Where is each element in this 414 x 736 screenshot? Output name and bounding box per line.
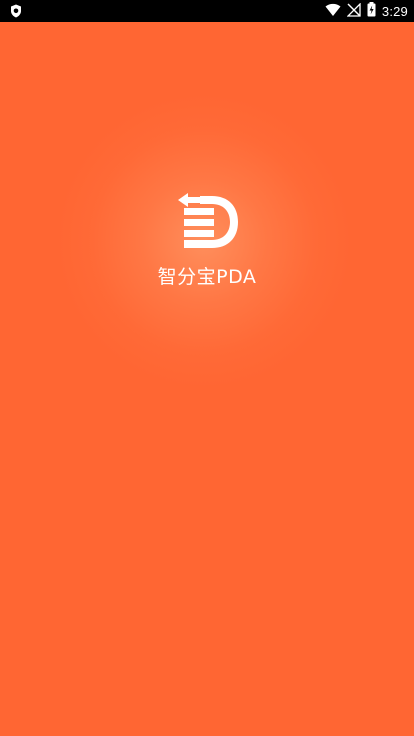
app-name: 智分宝PDA (157, 266, 257, 288)
splash-screen: 3:29 智分宝PDA (0, 0, 414, 736)
wifi-icon (325, 2, 341, 21)
shield-icon (8, 3, 24, 19)
no-signal-icon (346, 1, 361, 21)
battery-icon (367, 1, 376, 21)
status-time: 3:29 (381, 3, 408, 19)
brand-logo-icon (172, 186, 242, 254)
status-bar: 3:29 (0, 0, 414, 22)
